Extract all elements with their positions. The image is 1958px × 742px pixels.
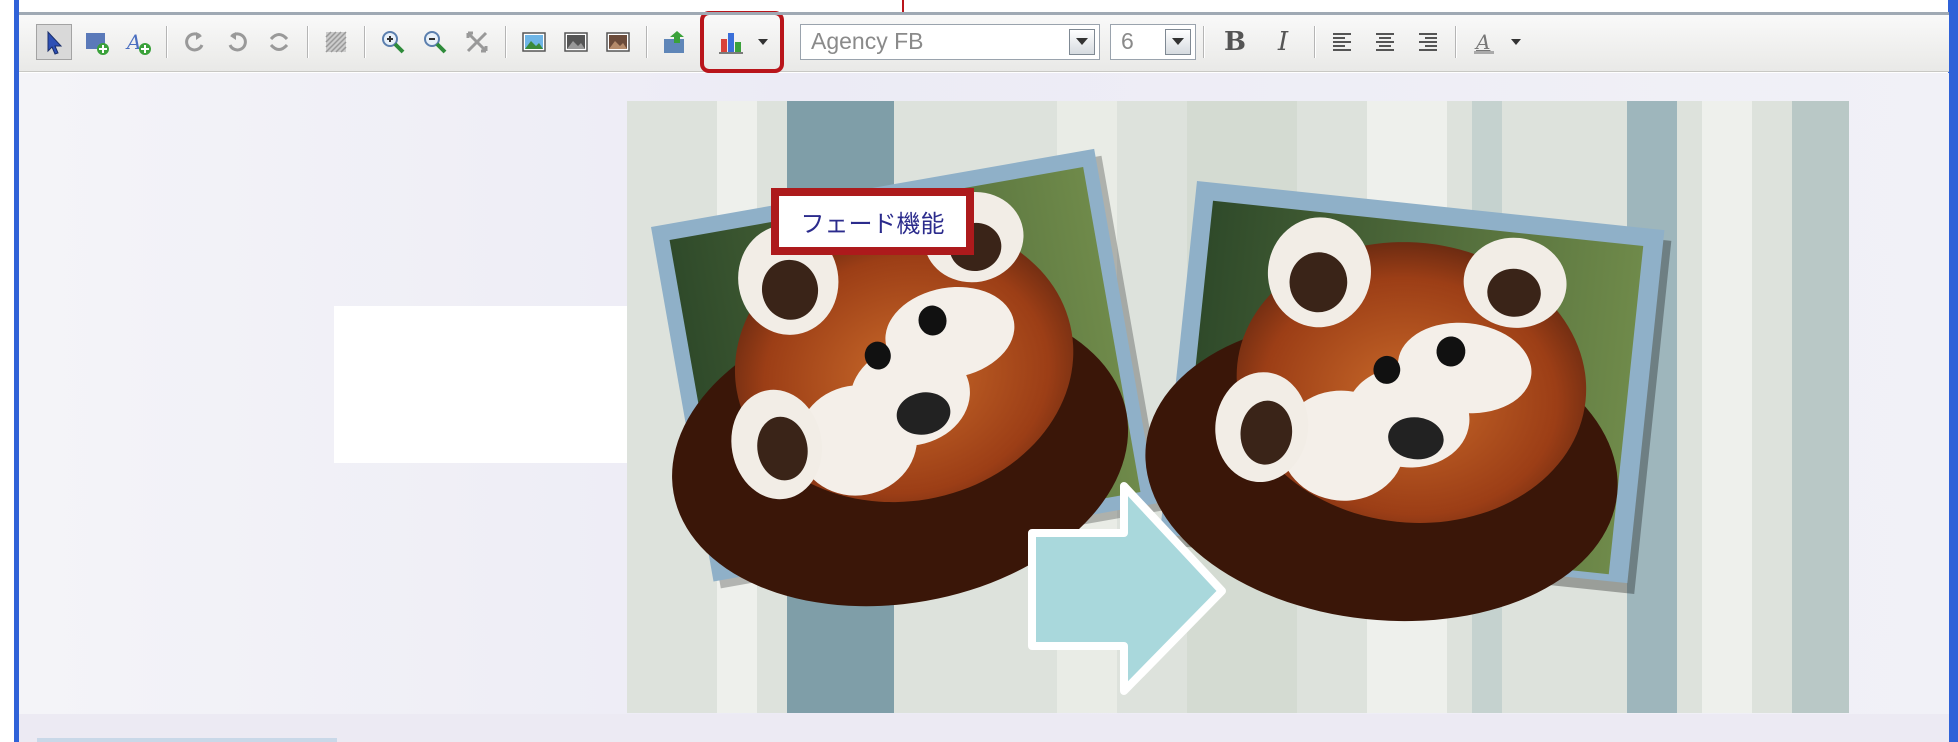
blank-placeholder[interactable]: [334, 306, 632, 463]
font-size-value: 6: [1121, 28, 1134, 54]
align-right-icon[interactable]: [1409, 24, 1445, 60]
font-color-dropdown-arrow[interactable]: [1505, 24, 1527, 60]
rotate-right-icon[interactable]: [219, 24, 255, 60]
image-gray-icon[interactable]: [558, 24, 594, 60]
callout-leader-line: [902, 0, 904, 12]
chevron-down-icon[interactable]: [1165, 28, 1191, 55]
font-color-icon[interactable]: A: [1466, 24, 1502, 60]
rotate-left-icon[interactable]: [177, 24, 213, 60]
pattern-fill-icon[interactable]: [318, 24, 354, 60]
fade-feature-text: フェード機能: [800, 210, 945, 238]
chart-tool-highlight: [700, 10, 784, 73]
font-family-select[interactable]: Agency FB: [800, 23, 1100, 60]
toolbar-separator: [307, 25, 308, 58]
toolbar-separator: [364, 25, 365, 58]
fade-feature-label: フェード機能: [771, 188, 974, 255]
import-image-icon[interactable]: [657, 24, 693, 60]
zoom-in-icon[interactable]: [375, 24, 411, 60]
zoom-out-icon[interactable]: [417, 24, 453, 60]
add-image-icon[interactable]: [78, 24, 114, 60]
select-pointer-icon[interactable]: [36, 23, 72, 60]
italic-button[interactable]: I: [1262, 24, 1304, 60]
toolbar-separator: [505, 25, 506, 58]
editor-toolbar: A Agency FB 6 B I A: [19, 10, 1949, 73]
svg-text:A: A: [1474, 30, 1490, 54]
toolbar-separator: [1314, 25, 1315, 58]
font-size-select[interactable]: 6: [1110, 23, 1196, 60]
fit-view-icon[interactable]: [459, 24, 495, 60]
chart-icon[interactable]: [713, 24, 749, 60]
window-frame-right: [1948, 0, 1958, 742]
toolbar-separator: [646, 25, 647, 58]
font-family-value: Agency FB: [811, 28, 924, 54]
toolbar-separator: [166, 25, 167, 58]
svg-text:A: A: [125, 30, 141, 54]
chevron-down-icon[interactable]: [1069, 28, 1095, 55]
chart-dropdown-arrow[interactable]: [752, 24, 774, 60]
bottom-strip: [19, 714, 1949, 742]
add-text-icon[interactable]: A: [120, 24, 156, 60]
image-view-icon[interactable]: [516, 24, 552, 60]
bold-button[interactable]: B: [1214, 24, 1256, 60]
window-frame-left: [0, 0, 20, 742]
align-left-icon[interactable]: [1325, 24, 1361, 60]
align-center-icon[interactable]: [1367, 24, 1403, 60]
flip-icon[interactable]: [261, 24, 297, 60]
toolbar-separator: [1203, 25, 1204, 58]
image-sepia-icon[interactable]: [600, 24, 636, 60]
toolbar-separator: [1455, 25, 1456, 58]
